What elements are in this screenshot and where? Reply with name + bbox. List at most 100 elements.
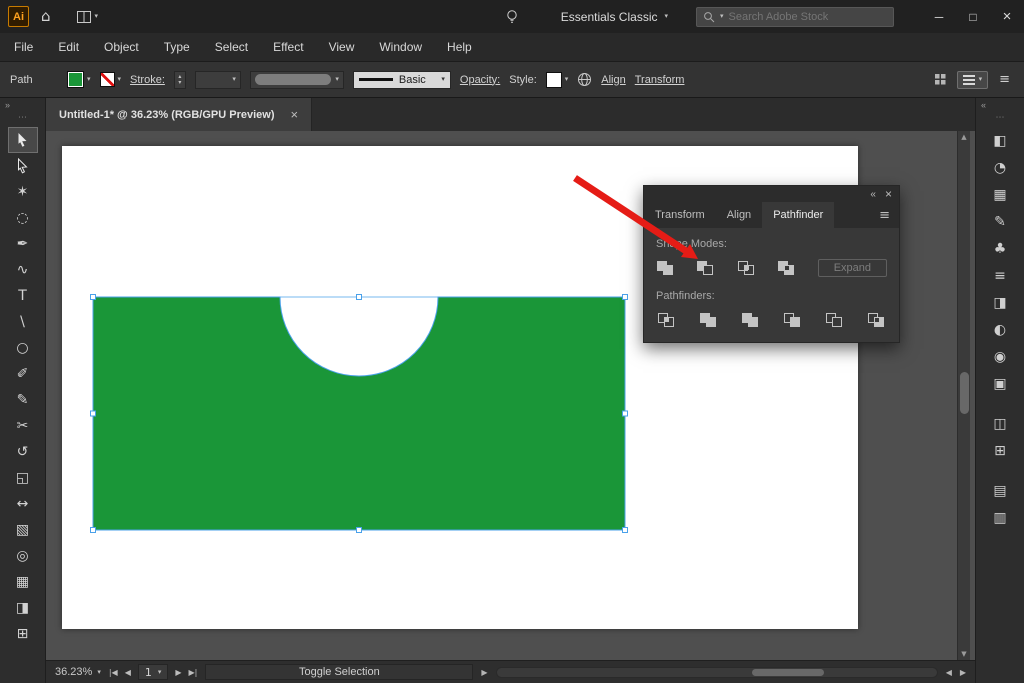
grid-options-icon[interactable] <box>935 74 946 85</box>
discover-bulb-icon[interactable] <box>505 9 519 24</box>
scroll-left-icon[interactable]: ◀ <box>946 668 952 677</box>
zoom-control[interactable]: 36.23% ▾ <box>55 666 101 678</box>
stroke-icon[interactable]: ≡ <box>985 262 1015 289</box>
previous-artboard-button[interactable]: ◀ <box>125 668 131 677</box>
unite-button[interactable] <box>656 259 674 277</box>
graphic-styles-icon[interactable]: ▣ <box>985 370 1015 397</box>
magic-wand-tool[interactable]: ✶ <box>8 179 38 205</box>
lasso-tool[interactable]: ◌ <box>8 205 38 231</box>
horizontal-scrollbar[interactable] <box>496 667 938 678</box>
mesh-tool[interactable]: ▦ <box>8 569 38 595</box>
type-tool[interactable]: T <box>8 283 38 309</box>
merge-button[interactable] <box>740 311 760 329</box>
shape-builder-tool[interactable]: ◎ <box>8 543 38 569</box>
menu-object[interactable]: Object <box>104 40 139 54</box>
menu-effect[interactable]: Effect <box>273 40 303 54</box>
minimize-button[interactable]: ─ <box>922 0 956 33</box>
horizontal-scroll-thumb[interactable] <box>752 669 824 676</box>
artboard-number-select[interactable]: 1 ▾ <box>138 664 169 680</box>
menu-window[interactable]: Window <box>379 40 422 54</box>
panel-preset-button[interactable]: ▾ <box>957 71 989 89</box>
scissors-tool[interactable]: ✂ <box>8 413 38 439</box>
rotate-tool[interactable]: ↺ <box>8 439 38 465</box>
menu-view[interactable]: View <box>329 40 355 54</box>
outline-button[interactable] <box>824 311 844 329</box>
handle-top-center[interactable] <box>357 295 362 300</box>
home-icon[interactable]: ⌂ <box>41 9 51 24</box>
paintbrush-tool[interactable]: ✐ <box>8 361 38 387</box>
minus-back-button[interactable] <box>866 311 886 329</box>
ellipse-tool[interactable]: ○ <box>8 335 38 361</box>
status-display[interactable]: Toggle Selection <box>205 664 473 680</box>
color-guide-icon[interactable]: ◔ <box>985 154 1015 181</box>
align-link[interactable]: Align <box>601 74 625 86</box>
handle-mid-left[interactable] <box>91 411 96 416</box>
handle-top-right[interactable] <box>623 295 628 300</box>
scroll-right-icon[interactable]: ▶ <box>960 668 966 677</box>
workspace-switcher[interactable]: Essentials Classic ▾ <box>561 10 668 24</box>
swatches-icon[interactable]: ▦ <box>985 181 1015 208</box>
menu-edit[interactable]: Edit <box>58 40 79 54</box>
next-artboard-button[interactable]: ▶ <box>175 668 181 677</box>
fill-color-control[interactable]: ▾ <box>67 71 91 88</box>
arrange-documents-button[interactable]: ▾ <box>77 11 99 23</box>
divide-button[interactable] <box>656 311 676 329</box>
menu-file[interactable]: File <box>14 40 33 54</box>
artboard-tool[interactable]: ⊞ <box>8 621 38 647</box>
transparency-icon[interactable]: ◐ <box>985 316 1015 343</box>
gradient-icon[interactable]: ◨ <box>985 289 1015 316</box>
crop-button[interactable] <box>782 311 802 329</box>
search-input[interactable] <box>729 11 887 23</box>
menu-help[interactable]: Help <box>447 40 472 54</box>
graphic-style-control[interactable]: ▾ <box>546 72 569 88</box>
appearance-icon[interactable]: ◉ <box>985 343 1015 370</box>
scale-tool[interactable]: ◱ <box>8 465 38 491</box>
brushes-icon[interactable]: ✎ <box>985 208 1015 235</box>
handle-top-left[interactable] <box>91 295 96 300</box>
last-artboard-button[interactable]: ▶| <box>189 668 198 677</box>
controlbar-menu-icon[interactable]: ≡ <box>999 72 1010 87</box>
stroke-weight-select[interactable]: ▾ <box>195 71 241 89</box>
expand-button[interactable]: Expand <box>818 259 887 277</box>
menu-select[interactable]: Select <box>215 40 248 54</box>
color-icon[interactable]: ◧ <box>985 127 1015 154</box>
line-segment-tool[interactable]: \ <box>8 309 38 335</box>
expand-dock-icon[interactable]: « <box>976 101 991 110</box>
collapse-panel-icon[interactable]: « <box>870 189 876 200</box>
menu-type[interactable]: Type <box>164 40 190 54</box>
handle-bottom-center[interactable] <box>357 528 362 533</box>
expand-panel-icon[interactable]: » <box>0 101 15 110</box>
green-shape[interactable] <box>93 297 625 530</box>
vertical-scrollbar[interactable]: ▲ ▼ <box>957 131 970 660</box>
width-tool[interactable]: ↔ <box>8 491 38 517</box>
stroke-color-control[interactable]: ▾ <box>100 72 122 87</box>
transform-link[interactable]: Transform <box>635 74 685 86</box>
selection-tool[interactable] <box>8 127 38 153</box>
curvature-tool[interactable]: ∿ <box>8 257 38 283</box>
pencil-tool[interactable]: ✎ <box>8 387 38 413</box>
close-panel-icon[interactable]: × <box>885 188 892 200</box>
tab-align[interactable]: Align <box>716 202 762 228</box>
stroke-none-swatch[interactable] <box>100 72 115 87</box>
fill-swatch[interactable] <box>67 71 84 88</box>
graphic-style-swatch[interactable] <box>546 72 562 88</box>
adobe-stock-search[interactable]: ▾ <box>696 7 894 27</box>
status-popup-icon[interactable]: ▶ <box>481 668 487 677</box>
trim-button[interactable] <box>698 311 718 329</box>
maximize-button[interactable]: □ <box>956 0 990 33</box>
free-transform-tool[interactable]: ▧ <box>8 517 38 543</box>
handle-bottom-right[interactable] <box>623 528 628 533</box>
globe-icon[interactable] <box>577 72 592 87</box>
minus-front-button[interactable] <box>696 259 714 277</box>
stroke-weight-stepper[interactable]: ▴ ▾ <box>174 71 186 89</box>
handle-bottom-left[interactable] <box>91 528 96 533</box>
stroke-weight-label[interactable]: Stroke: <box>130 74 165 86</box>
document-tab[interactable]: Untitled-1* @ 36.23% (RGB/GPU Preview) × <box>46 98 312 131</box>
pen-tool[interactable]: ✒ <box>8 231 38 257</box>
handle-mid-right[interactable] <box>623 411 628 416</box>
first-artboard-button[interactable]: |◀ <box>109 668 118 677</box>
scroll-down-icon[interactable]: ▼ <box>958 650 970 658</box>
opacity-label[interactable]: Opacity: <box>460 74 500 86</box>
gradient-tool[interactable]: ◨ <box>8 595 38 621</box>
close-button[interactable]: × <box>990 0 1024 33</box>
